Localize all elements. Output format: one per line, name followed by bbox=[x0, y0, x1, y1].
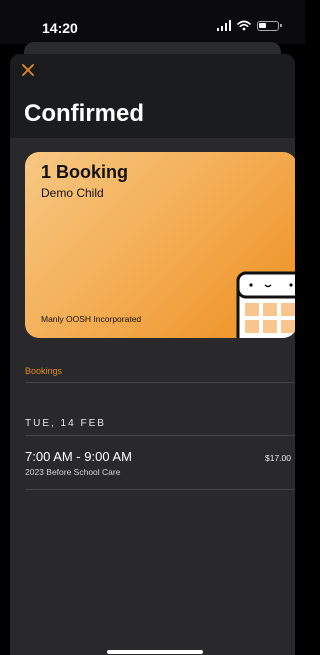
booking-time: 7:00 AM - 9:00 AM bbox=[25, 449, 132, 464]
booking-summary-card: 1 Booking Demo Child Manly OOSH Incorpor… bbox=[25, 152, 295, 338]
status-time: 14:20 bbox=[42, 20, 78, 36]
page-title: Confirmed bbox=[24, 100, 144, 127]
booking-price: $17.00 bbox=[265, 453, 291, 463]
bookings-section-label: Bookings bbox=[25, 366, 63, 376]
home-indicator bbox=[107, 650, 203, 654]
sheet-header: Confirmed bbox=[10, 54, 295, 138]
battery-icon bbox=[257, 20, 282, 31]
booking-count: 1 Booking bbox=[41, 162, 129, 182]
close-icon[interactable] bbox=[18, 60, 38, 80]
organization-name: Manly OOSH Incorporated bbox=[41, 314, 142, 324]
divider bbox=[25, 382, 295, 383]
divider bbox=[25, 435, 295, 436]
sheet-content: 1 Booking Demo Child Manly OOSH Incorpor… bbox=[10, 138, 295, 655]
divider bbox=[25, 489, 295, 490]
booking-date-header: TUE, 14 FEB bbox=[25, 418, 106, 429]
child-name: Demo Child bbox=[41, 186, 104, 200]
status-icons bbox=[216, 20, 282, 31]
booking-program: 2023 Before School Care bbox=[25, 467, 121, 477]
status-bar: 14:20 bbox=[0, 0, 305, 44]
signal-icon bbox=[216, 20, 231, 31]
calendar-illustration-icon bbox=[236, 271, 295, 338]
confirmation-sheet: Confirmed 1 Booking Demo Child Manly OOS… bbox=[10, 54, 295, 655]
wifi-icon bbox=[237, 20, 251, 31]
